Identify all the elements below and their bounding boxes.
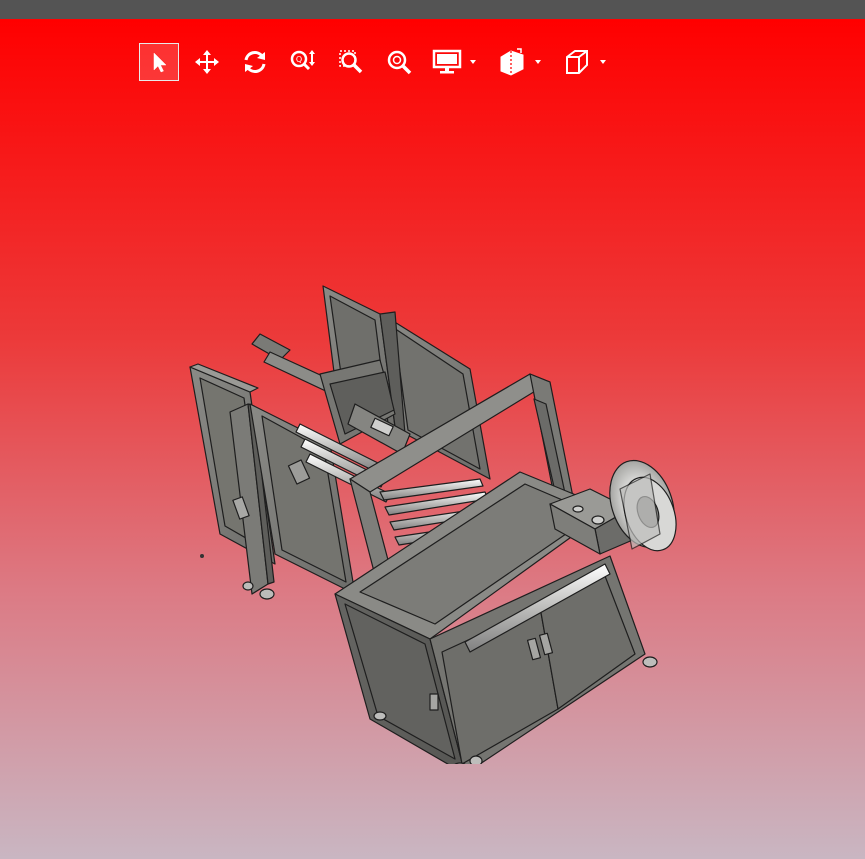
pan-tool-button[interactable] [187,43,227,81]
chevron-down-icon [470,60,476,64]
cube-view-icon [566,50,588,74]
zoom-window-tool-button[interactable] [331,43,371,81]
zoom-tool-button[interactable]: Q [283,43,323,81]
zoom-window-icon [339,50,363,74]
section-cut-icon [500,48,524,76]
rotate-tool-button[interactable] [235,43,275,81]
standard-views-button[interactable] [557,43,597,81]
display-style-button[interactable] [427,43,467,81]
window-title-bar [0,0,865,19]
view-toolbar: Q [139,42,622,82]
chevron-down-icon [600,60,606,64]
zoom-updown-icon: Q [290,50,315,71]
standard-views-dropdown-caret[interactable] [598,57,608,67]
zoom-fit-tool-button[interactable] [379,43,419,81]
cursor-arrow-icon [153,52,167,73]
monitor-icon [432,49,462,74]
rotate-icon [244,51,266,73]
section-view-button[interactable] [492,43,532,81]
move-arrows-icon [195,50,219,74]
section-view-dropdown-caret[interactable] [533,57,543,67]
select-tool-button[interactable] [139,43,179,81]
strapping-machine-3d-model[interactable] [180,264,690,764]
3d-viewport[interactable]: Q [0,19,865,859]
zoom-fit-icon [387,50,412,75]
svg-text:Q: Q [296,55,302,64]
display-style-dropdown-caret[interactable] [468,57,478,67]
chevron-down-icon [535,60,541,64]
